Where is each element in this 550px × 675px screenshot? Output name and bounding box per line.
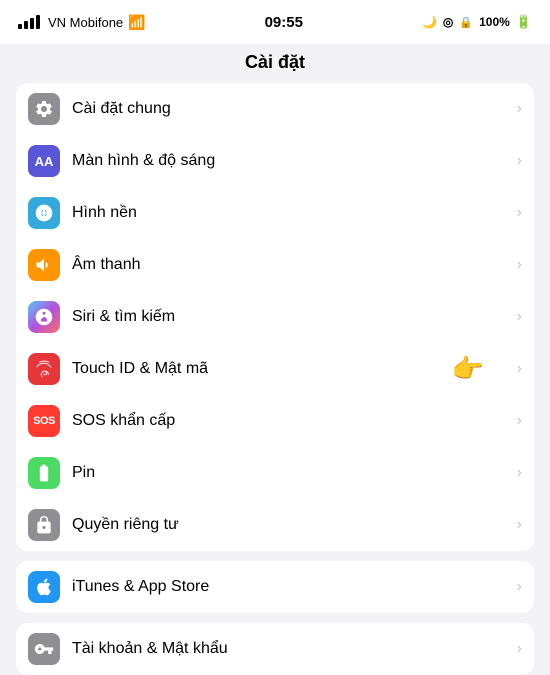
chevron-icon: ›	[517, 360, 522, 378]
touchid-icon	[28, 353, 60, 385]
chevron-icon: ›	[517, 100, 522, 118]
chevron-icon: ›	[517, 204, 522, 222]
settings-item-siri[interactable]: Siri & tìm kiếm ›	[16, 291, 534, 343]
location-icon: ◎	[443, 15, 453, 29]
display-icon: AA	[28, 145, 60, 177]
chevron-icon: ›	[517, 152, 522, 170]
itunes-label: iTunes & App Store	[72, 578, 513, 596]
chevron-icon: ›	[517, 412, 522, 430]
settings-item-touch-id[interactable]: Touch ID & Mật mã 👉 ›	[16, 343, 534, 395]
wallpaper-icon	[28, 197, 60, 229]
chevron-icon: ›	[517, 464, 522, 482]
wifi-icon: 📶	[128, 14, 145, 31]
settings-item-am-thanh[interactable]: Âm thanh ›	[16, 239, 534, 291]
account-icon	[28, 633, 60, 665]
pin-label: Pin	[72, 464, 513, 482]
settings-item-cai-dat-chung[interactable]: Cài đặt chung ›	[16, 83, 534, 135]
status-left: VN Mobifone 📶	[18, 14, 146, 31]
carrier-label: VN Mobifone	[48, 15, 123, 30]
status-right: 🌙 ◎ 🔒 100% 🔋	[422, 14, 532, 30]
sound-icon	[28, 249, 60, 281]
time-display: 09:55	[265, 14, 303, 31]
settings-section-1: Cài đặt chung › AA Màn hình & độ sáng › …	[16, 83, 534, 551]
battery-label: 100%	[479, 15, 510, 29]
hinh-nen-label: Hình nền	[72, 204, 513, 222]
chevron-icon: ›	[517, 256, 522, 274]
battery-icon: 🔋	[516, 14, 532, 30]
sos-label: SOS khẩn cấp	[72, 412, 513, 430]
gear-icon	[28, 93, 60, 125]
lock-icon: 🔒	[459, 16, 473, 29]
appstore-icon	[28, 571, 60, 603]
status-bar: VN Mobifone 📶 09:55 🌙 ◎ 🔒 100% 🔋	[0, 0, 550, 44]
touchid-label: Touch ID & Mật mã	[72, 360, 513, 378]
chevron-icon: ›	[517, 578, 522, 596]
settings-item-privacy[interactable]: Quyền riêng tư ›	[16, 499, 534, 551]
am-thanh-label: Âm thanh	[72, 256, 513, 274]
cai-dat-chung-label: Cài đặt chung	[72, 100, 513, 118]
moon-icon: 🌙	[422, 15, 437, 29]
settings-item-account[interactable]: Tài khoản & Mật khẩu ›	[16, 623, 534, 675]
settings-item-man-hinh[interactable]: AA Màn hình & độ sáng ›	[16, 135, 534, 187]
sos-icon: SOS	[28, 405, 60, 437]
settings-item-hinh-nen[interactable]: Hình nền ›	[16, 187, 534, 239]
chevron-icon: ›	[517, 516, 522, 534]
account-label: Tài khoản & Mật khẩu	[72, 640, 513, 658]
page-title: Cài đặt	[0, 44, 550, 83]
privacy-label: Quyền riêng tư	[72, 516, 513, 534]
settings-item-sos[interactable]: SOS SOS khẩn cấp ›	[16, 395, 534, 447]
settings-item-pin[interactable]: Pin ›	[16, 447, 534, 499]
chevron-icon: ›	[517, 640, 522, 658]
battery-icon	[28, 457, 60, 489]
settings-section-3: Tài khoản & Mật khẩu ›	[16, 623, 534, 675]
settings-item-itunes[interactable]: iTunes & App Store ›	[16, 561, 534, 613]
man-hinh-label: Màn hình & độ sáng	[72, 152, 513, 170]
siri-icon	[28, 301, 60, 333]
signal-bars	[18, 15, 40, 29]
privacy-icon	[28, 509, 60, 541]
chevron-icon: ›	[517, 308, 522, 326]
settings-section-2: iTunes & App Store ›	[16, 561, 534, 613]
siri-label: Siri & tìm kiếm	[72, 308, 513, 326]
